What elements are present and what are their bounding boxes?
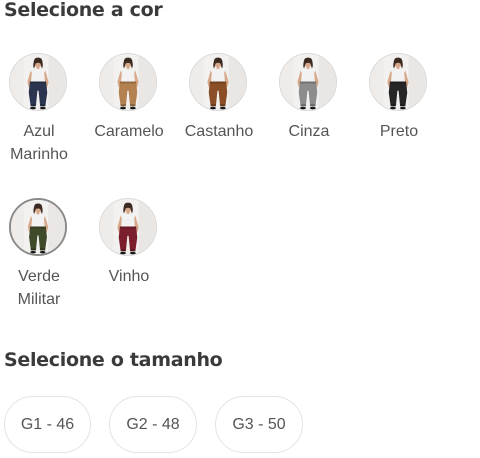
size-option-g1-46[interactable]: G1 - 46	[4, 396, 91, 453]
color-swatch-image[interactable]	[369, 53, 427, 111]
size-option-g2-48[interactable]: G2 - 48	[109, 396, 197, 453]
color-swatch-label: Castanho	[174, 120, 264, 143]
color-swatch-label: Verde Militar	[0, 265, 84, 311]
color-swatch-label: Vinho	[84, 265, 174, 288]
color-swatch-label-line: Cinza	[288, 123, 330, 140]
color-swatch-label-line: Militar	[17, 291, 61, 308]
color-swatch-label: Cinza	[264, 120, 354, 143]
color-section-title: Selecione a cor	[4, 0, 163, 21]
color-swatch-label-line: Preto	[379, 123, 419, 140]
color-swatch-label-line: Vinho	[108, 268, 150, 285]
color-swatch-image[interactable]	[99, 53, 157, 111]
color-swatch-label-line: Caramelo	[94, 123, 164, 140]
size-option-g3-50[interactable]: G3 - 50	[215, 396, 303, 453]
color-swatch-label: Preto	[354, 120, 444, 143]
color-swatch-label-line: Castanho	[184, 123, 254, 140]
size-section-title: Selecione o tamanho	[4, 349, 223, 371]
color-swatch-label-line: Verde	[18, 268, 60, 285]
color-swatch-image[interactable]	[189, 53, 247, 111]
color-swatch-image[interactable]	[99, 198, 157, 256]
color-swatch-image[interactable]	[9, 198, 67, 256]
product-variant-selector: Selecione a cor Azul Marinho Caramelo Ca…	[0, 0, 480, 458]
color-swatch-label-line: Azul	[23, 123, 55, 140]
color-swatch-label: Caramelo	[84, 120, 174, 143]
color-swatch-image[interactable]	[279, 53, 337, 111]
color-swatch-label-line: Marinho	[10, 146, 68, 163]
color-swatch-image[interactable]	[9, 53, 67, 111]
color-swatch-label: Azul Marinho	[0, 120, 84, 166]
